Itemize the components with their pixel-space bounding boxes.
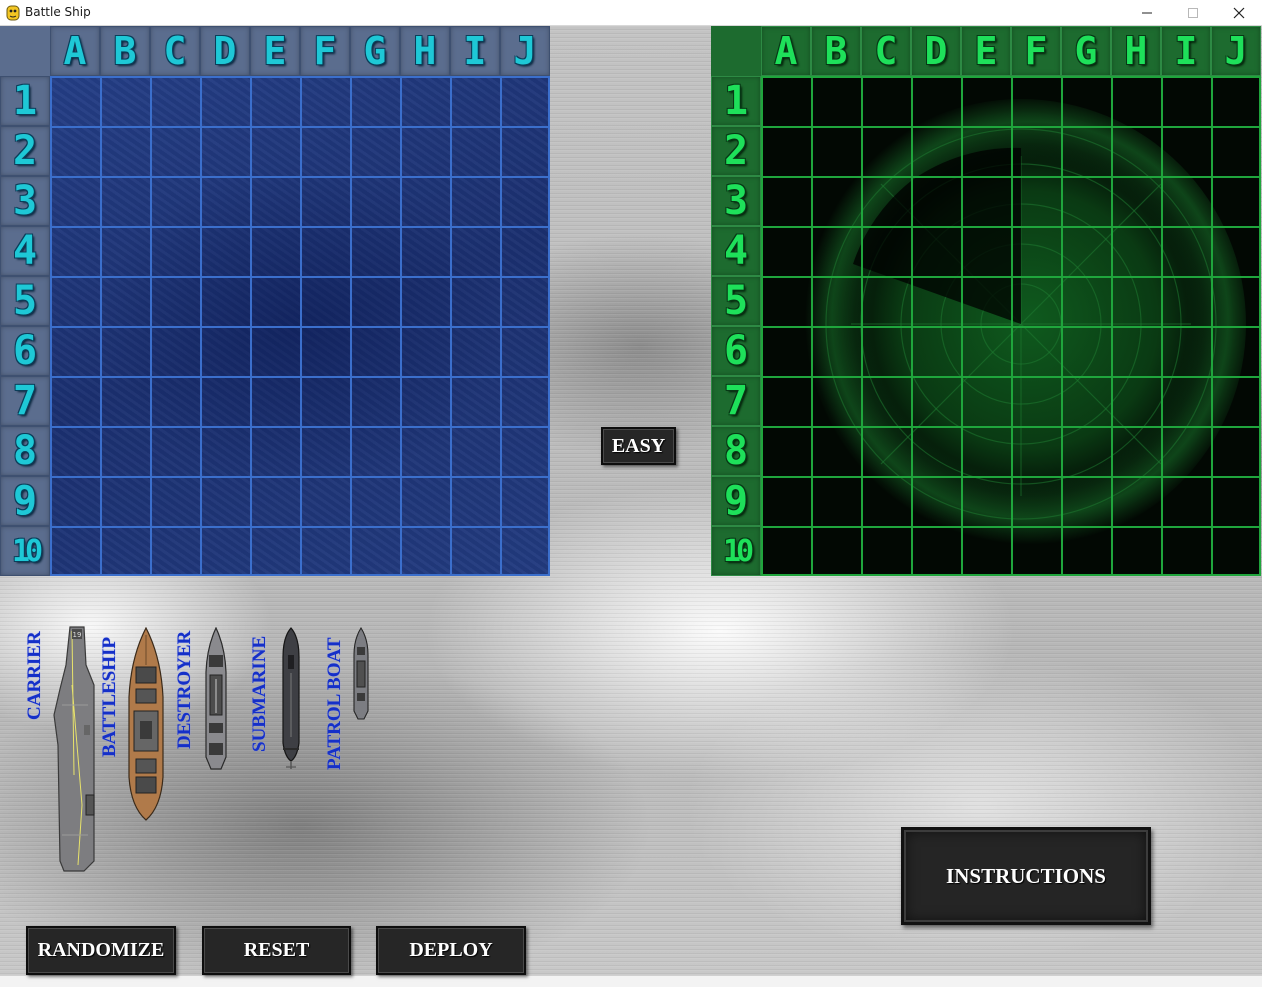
column-header-d: D (200, 26, 250, 76)
player-grid[interactable] (50, 76, 550, 576)
column-header-h: H (1111, 26, 1161, 76)
column-header-i: I (1161, 26, 1211, 76)
enemy-row-headers: 1 2 3 4 5 6 7 8 9 10 (711, 26, 761, 576)
row-header-7: 7 (711, 376, 761, 426)
column-header-e: E (250, 26, 300, 76)
instructions-button[interactable]: INSTRUCTIONS (901, 827, 1151, 925)
row-header-3: 3 (0, 176, 50, 226)
column-header-c: C (861, 26, 911, 76)
difficulty-button[interactable]: EASY (601, 427, 676, 465)
ship-label-battleship: BATTLESHIP (99, 636, 120, 757)
row-header-1: 1 (711, 76, 761, 126)
column-header-h: H (400, 26, 450, 76)
row-header-8: 8 (0, 426, 50, 476)
column-header-a: A (761, 26, 811, 76)
row-header-1: 1 (0, 76, 50, 126)
row-header-8: 8 (711, 426, 761, 476)
close-icon (1233, 7, 1245, 19)
enemy-column-headers: ABCDEFGHIJ (711, 26, 1261, 76)
carrier-icon[interactable]: 19 (52, 625, 98, 873)
column-header-g: G (350, 26, 400, 76)
row-header-4: 4 (0, 226, 50, 276)
column-header-d: D (911, 26, 961, 76)
row-header-3: 3 (711, 176, 761, 226)
player-row-headers: 1 2 3 4 5 6 7 8 9 10 (0, 26, 50, 576)
window-title: Battle Ship (25, 5, 91, 19)
maximize-button[interactable] (1170, 0, 1216, 26)
enemy-board: ABCDEFGHIJ 1 2 3 4 5 6 7 8 9 10 (711, 26, 1261, 576)
submarine-icon[interactable] (279, 627, 303, 771)
column-header-g: G (1061, 26, 1111, 76)
reset-button[interactable]: RESET (202, 926, 351, 975)
destroyer-icon[interactable] (203, 627, 229, 771)
row-header-9: 9 (711, 476, 761, 526)
row-header-2: 2 (0, 126, 50, 176)
row-header-4: 4 (711, 226, 761, 276)
column-header-j: J (500, 26, 550, 76)
minimize-button[interactable] (1124, 0, 1170, 26)
python-app-icon (6, 5, 20, 21)
close-button[interactable] (1216, 0, 1262, 26)
row-header-9: 9 (0, 476, 50, 526)
column-header-b: B (100, 26, 150, 76)
column-header-e: E (961, 26, 1011, 76)
row-header-10: 10 (0, 526, 50, 576)
row-header-7: 7 (0, 376, 50, 426)
column-header-f: F (300, 26, 350, 76)
bottom-strip (0, 975, 1262, 987)
ship-label-submarine: SUBMARINE (249, 635, 270, 752)
maximize-icon (1188, 8, 1198, 18)
randomize-button[interactable]: RANDOMIZE (26, 926, 176, 975)
row-header-5: 5 (0, 276, 50, 326)
battleship-icon[interactable] (127, 627, 165, 822)
deploy-button[interactable]: DEPLOY (376, 926, 526, 975)
svg-text:19: 19 (73, 631, 82, 639)
ship-label-patrol-boat: PATROL BOAT (324, 637, 345, 771)
title-bar: Battle Ship (0, 0, 1262, 26)
row-header-5: 5 (711, 276, 761, 326)
column-header-j: J (1211, 26, 1261, 76)
row-header-6: 6 (0, 326, 50, 376)
column-header-c: C (150, 26, 200, 76)
player-board: ABCDEFGHIJ 1 2 3 4 5 6 7 8 9 10 (0, 26, 550, 576)
column-header-b: B (811, 26, 861, 76)
row-header-6: 6 (711, 326, 761, 376)
column-header-a: A (50, 26, 100, 76)
patrol-boat-icon[interactable] (352, 627, 370, 721)
column-header-f: F (1011, 26, 1061, 76)
column-header-i: I (450, 26, 500, 76)
enemy-grid[interactable] (761, 76, 1261, 576)
player-column-headers: ABCDEFGHIJ (0, 26, 550, 76)
row-header-2: 2 (711, 126, 761, 176)
minimize-icon (1142, 12, 1152, 14)
ship-label-destroyer: DESTROYER (174, 630, 195, 749)
row-header-10: 10 (711, 526, 761, 576)
ship-label-carrier: CARRIER (24, 631, 45, 720)
